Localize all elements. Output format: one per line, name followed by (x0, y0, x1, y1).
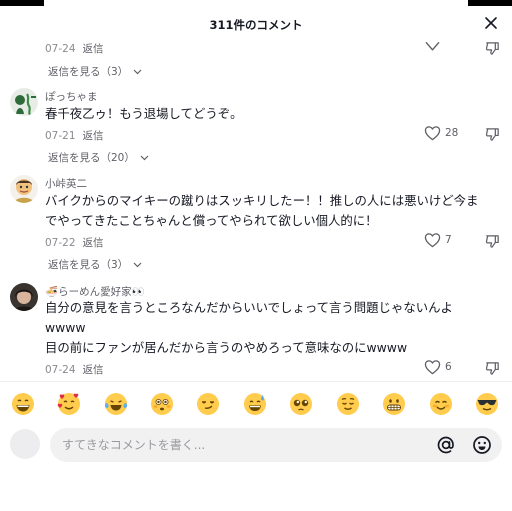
like-icon[interactable] (424, 40, 441, 55)
emoji-picker-icon[interactable] (472, 435, 492, 455)
comment-meta: 07-21 返信 (45, 128, 104, 143)
emoji-bar (0, 381, 512, 425)
comments-header: 311件のコメント (0, 6, 512, 40)
comment-composer (0, 425, 512, 465)
close-icon[interactable] (482, 14, 500, 32)
comment-username[interactable]: 🍜らーめん愛好家👀 (45, 284, 145, 299)
reply-button[interactable]: 返信 (83, 364, 104, 376)
comments-title: 311件のコメント (209, 18, 303, 32)
dislike-icon[interactable] (484, 126, 501, 143)
comment-text: 目の前にファンが居んだから言うのやめろって意味なのにwwww (45, 340, 408, 355)
like-button[interactable]: 7 (424, 232, 452, 248)
like-count: 6 (445, 361, 452, 373)
like-button[interactable]: 28 (424, 125, 458, 141)
avatar[interactable] (10, 429, 40, 459)
dislike-icon[interactable] (484, 233, 501, 250)
comment-text: wwww (45, 320, 86, 335)
comment-item: ぽっちゃま 春千夜乙ゥ！もう退場してどうぞ。 07-21 返信 28 返信を見る（… (0, 88, 512, 166)
like-count: 28 (445, 127, 459, 139)
comment-item: 小峠英二 バイクからのマイキーの蹴りはスッキリしたー！！推しの人には悪いけど今ま… (0, 175, 512, 275)
heart-icon (424, 360, 441, 375)
chevron-down-icon (133, 262, 142, 267)
comment-meta: 07-22 返信 (45, 235, 104, 250)
view-replies-label: 返信を見る（20） (48, 152, 135, 164)
comment-input[interactable] (62, 428, 432, 462)
comment-meta: 07-24 返信 (45, 362, 104, 377)
chevron-down-icon (140, 155, 149, 160)
view-replies-button[interactable]: 返信を見る（3） (48, 257, 142, 272)
comment-date: 07-24 (45, 43, 76, 55)
reply-button[interactable]: 返信 (83, 237, 104, 249)
comment-date: 07-24 (45, 364, 76, 376)
reply-button[interactable]: 返信 (83, 43, 104, 55)
grin-emoji-icon[interactable] (11, 392, 35, 416)
smirk-emoji-icon[interactable] (196, 392, 220, 416)
comment-meta: 07-24 返信 (45, 41, 104, 56)
grimacing-emoji-icon[interactable] (382, 392, 406, 416)
comment-input-container[interactable] (50, 428, 502, 462)
view-replies-button[interactable]: 返信を見る（20） (48, 150, 149, 165)
pleading-emoji-icon[interactable] (289, 392, 313, 416)
like-count: 7 (445, 234, 452, 246)
sunglasses-emoji-icon[interactable] (475, 392, 499, 416)
comment-list[interactable]: 07-24 返信 返信を見る（3） ぽっちゃま 春千夜乙ゥ！もう退場してどうぞ。 (0, 40, 512, 378)
avatar[interactable] (10, 88, 38, 116)
view-replies-label: 返信を見る（3） (48, 259, 129, 271)
comment-username[interactable]: ぽっちゃま (45, 89, 98, 104)
blush-emoji-icon[interactable] (429, 392, 453, 416)
joy-emoji-icon[interactable] (104, 392, 128, 416)
comment-text: 自分の意見を言うところなんだからいいでしょって言う問題じゃないんよ (45, 300, 453, 315)
view-replies-button[interactable]: 返信を見る（3） (48, 64, 142, 79)
dislike-icon[interactable] (484, 360, 501, 377)
chevron-down-icon (133, 69, 142, 74)
comment-text: 春千夜乙ゥ！もう退場してどうぞ。 (45, 106, 243, 121)
dislike-icon[interactable] (484, 40, 501, 57)
avatar[interactable] (10, 283, 38, 311)
partial-comment: 07-24 返信 返信を見る（3） (0, 40, 512, 82)
comment-text: バイクからのマイキーの蹴りはスッキリしたー！！推しの人には悪いけど今ま (45, 193, 479, 208)
comment-username[interactable]: 小峠英二 (45, 176, 87, 191)
relieved-emoji-icon[interactable] (336, 392, 360, 416)
comment-text: でやってきたことちゃんと償ってやられて欲しい個人的に！ (45, 213, 378, 228)
mention-icon[interactable] (436, 435, 456, 455)
flushed-emoji-icon[interactable] (150, 392, 174, 416)
comment-date: 07-22 (45, 237, 76, 249)
smiling-face-with-hearts-icon[interactable] (57, 392, 81, 416)
sweat-smile-emoji-icon[interactable] (243, 392, 267, 416)
comment-date: 07-21 (45, 130, 76, 142)
comment-item: 🍜らーめん愛好家👀 自分の意見を言うところなんだからいいでしょって言う問題じゃな… (0, 283, 512, 378)
heart-icon (424, 126, 441, 141)
view-replies-label: 返信を見る（3） (48, 66, 129, 78)
avatar[interactable] (10, 175, 38, 203)
reply-button[interactable]: 返信 (83, 130, 104, 142)
like-button[interactable]: 6 (424, 359, 452, 375)
heart-icon (424, 233, 441, 248)
